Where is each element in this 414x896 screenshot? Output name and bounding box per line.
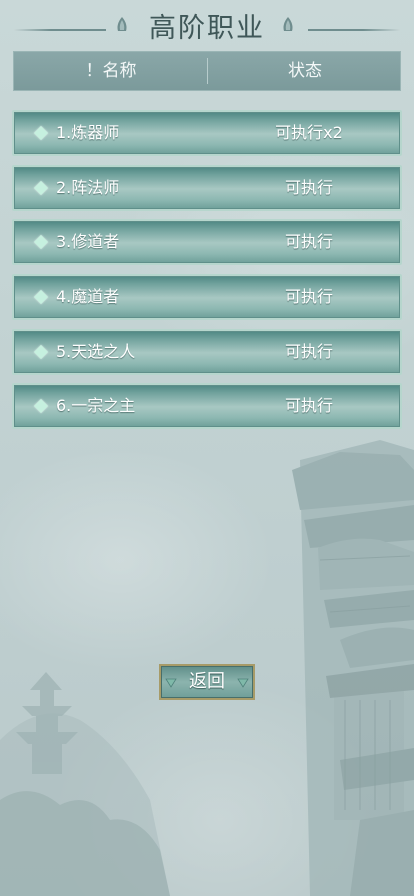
profession-row-4[interactable]: 4.魔道者 可执行 — [12, 274, 402, 321]
profession-name: 5.天选之人 — [56, 341, 136, 361]
profession-list: 1.炼器师 可执行x2 2.阵法师 可执行 3.修道者 可执行 4.魔道者 可执… — [12, 110, 402, 438]
profession-status: 可执行 — [284, 232, 333, 252]
profession-status: 可执行 — [284, 177, 333, 197]
profession-status: 可执行 — [284, 396, 333, 416]
profession-name: 2.阵法师 — [56, 177, 120, 197]
diamond-icon — [33, 125, 49, 141]
title-divider-right — [308, 29, 400, 31]
list-header: ！名称 状态 — [13, 51, 401, 91]
profession-name: 6.一宗之主 — [56, 396, 136, 416]
diamond-icon — [33, 235, 49, 250]
header-name-label: ！名称 — [85, 61, 137, 81]
profession-status: 可执行 — [284, 287, 333, 307]
lotus-ornament-icon — [283, 17, 293, 31]
title-bar: 高阶职业 — [0, 0, 414, 52]
profession-row-6[interactable]: 6.一宗之主 可执行 — [12, 383, 402, 430]
profession-row-1[interactable]: 1.炼器师 可执行x2 — [12, 110, 402, 156]
diamond-icon — [33, 399, 49, 414]
profession-row-5[interactable]: 5.天选之人 可执行 — [12, 328, 402, 375]
profession-row-3[interactable]: 3.修道者 可执行 — [12, 219, 402, 266]
back-button[interactable]: 返回 — [159, 664, 255, 700]
header-status-label: 状态 — [288, 61, 322, 81]
profession-name: 3.修道者 — [56, 232, 120, 252]
profession-name: 4.魔道者 — [56, 287, 120, 307]
profession-status: 可执行x2 — [275, 123, 343, 142]
profession-row-2[interactable]: 2.阵法师 可执行 — [12, 164, 402, 211]
profession-name: 1.炼器师 — [56, 123, 120, 142]
profession-status: 可执行 — [284, 341, 333, 361]
page-title: 高阶职业 — [149, 13, 265, 44]
diamond-icon — [33, 180, 49, 195]
diamond-icon — [33, 344, 49, 359]
gem-ornament-icon — [237, 678, 249, 688]
diamond-icon — [33, 289, 49, 305]
